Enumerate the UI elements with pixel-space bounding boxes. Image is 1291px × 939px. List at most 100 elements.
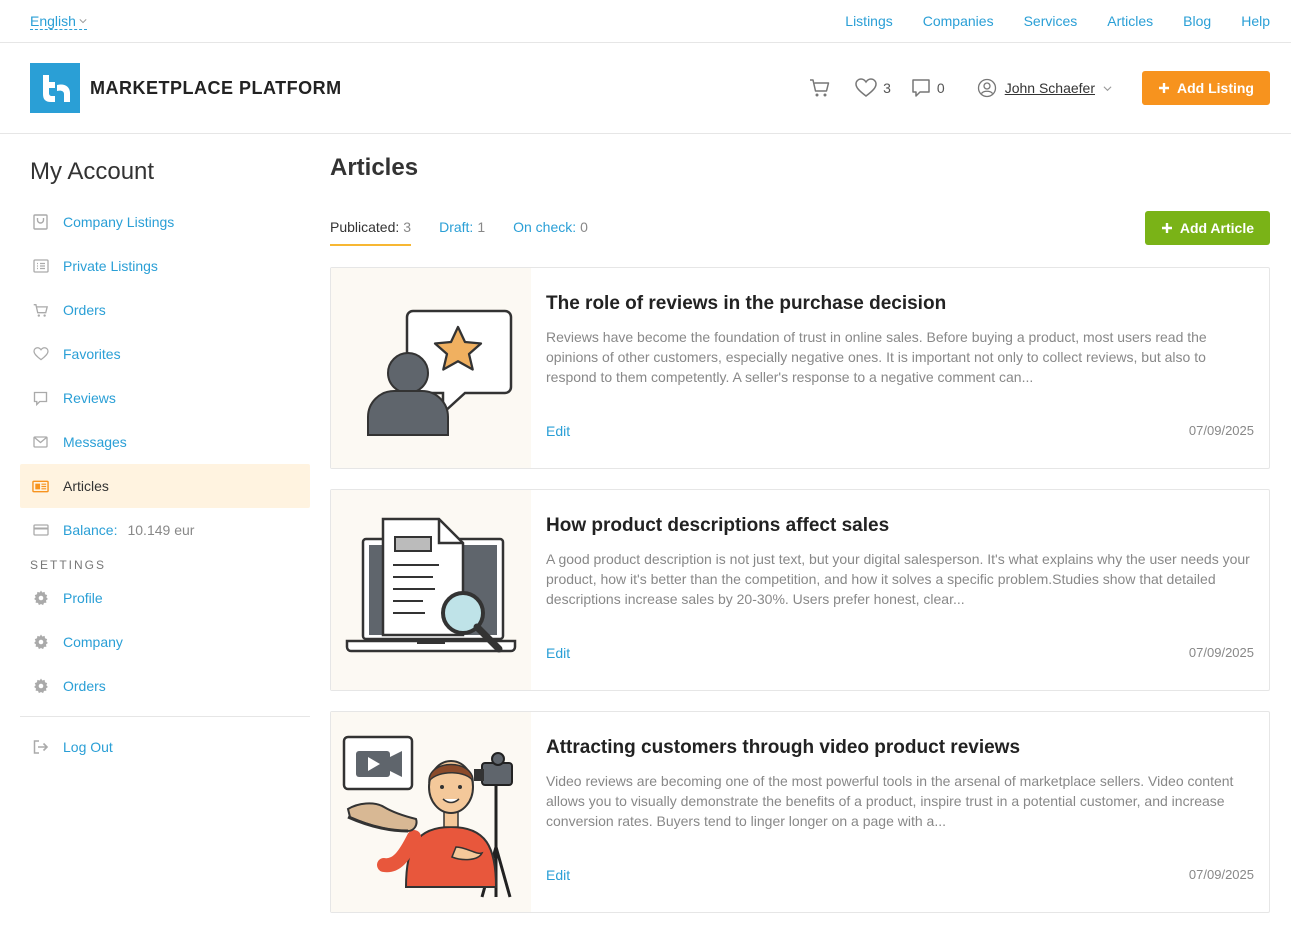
plus-icon bbox=[1161, 223, 1172, 233]
heart-icon bbox=[855, 78, 877, 97]
add-article-button[interactable]: Add Article bbox=[1144, 211, 1270, 245]
language-label: English bbox=[30, 12, 76, 29]
sidebar-item-private-listings[interactable]: Private Listings bbox=[20, 244, 310, 288]
settings-heading: SETTINGS bbox=[30, 558, 107, 572]
article-title[interactable]: Attracting customers through video produ… bbox=[546, 737, 1254, 759]
sidebar-item-label: Company Listings bbox=[63, 214, 175, 230]
sidebar-item-label: Company bbox=[63, 634, 123, 650]
article-footer: Edit 07/09/2025 bbox=[546, 645, 1254, 661]
sidebar-item-label: Orders bbox=[63, 302, 106, 318]
edit-link[interactable]: Edit bbox=[546, 867, 570, 883]
nav-companies[interactable]: Companies bbox=[923, 13, 994, 29]
sidebar-item-favorites[interactable]: Favorites bbox=[20, 332, 310, 376]
sidebar-item-profile[interactable]: Profile bbox=[20, 576, 310, 620]
favorites-count: 3 bbox=[883, 80, 891, 96]
sidebar: My Account Company Listings Private List… bbox=[20, 134, 310, 933]
tabs-row: Publicated: 3 Draft: 1 On check: 0 Add Arti… bbox=[330, 210, 1270, 246]
article-body: Attracting customers through video produ… bbox=[531, 712, 1269, 912]
gear-icon bbox=[33, 590, 48, 606]
video-review-illustration-icon bbox=[342, 735, 513, 898]
top-nav: Listings Companies Services Articles Blo… bbox=[845, 13, 1270, 29]
site-header: MARKETPLACE PLATFORM 3 0 John Schaefer A… bbox=[0, 43, 1291, 134]
brand-name: MARKETPLACE PLATFORM bbox=[90, 77, 342, 98]
article-date: 07/09/2025 bbox=[1188, 645, 1254, 660]
newspaper-icon bbox=[32, 480, 49, 492]
sidebar-item-label: Log Out bbox=[63, 739, 113, 755]
sidebar-title: My Account bbox=[30, 158, 155, 185]
sidebar-item-logout[interactable]: Log Out bbox=[20, 725, 310, 769]
add-listing-button[interactable]: Add Listing bbox=[1142, 71, 1270, 105]
gear-icon bbox=[33, 678, 48, 694]
user-menu[interactable]: John Schaefer bbox=[977, 78, 1112, 98]
article-body: How product descriptions affect sales A … bbox=[531, 490, 1269, 690]
article-title[interactable]: How product descriptions affect sales bbox=[546, 515, 1254, 537]
logout-icon bbox=[33, 740, 48, 754]
articles-content: Articles Publicated: 3 Draft: 1 On check: 0… bbox=[310, 134, 1270, 933]
sidebar-item-articles[interactable]: Articles bbox=[20, 464, 310, 508]
bag-icon bbox=[33, 214, 48, 230]
article-footer: Edit 07/09/2025 bbox=[546, 867, 1254, 883]
sidebar-item-label: Orders bbox=[63, 678, 106, 694]
chevron-down-icon bbox=[79, 18, 87, 23]
sidebar-item-reviews[interactable]: Reviews bbox=[20, 376, 310, 420]
article-thumbnail[interactable] bbox=[331, 268, 531, 468]
tab-count: 1 bbox=[477, 219, 486, 235]
logo-icon bbox=[30, 63, 80, 113]
sidebar-divider bbox=[20, 716, 310, 717]
article-date: 07/09/2025 bbox=[1188, 423, 1254, 438]
tab-on-check[interactable]: On check: 0 bbox=[513, 210, 588, 246]
user-name: John Schaefer bbox=[1004, 80, 1095, 96]
cart-icon bbox=[810, 79, 830, 97]
top-bar: English Listings Companies Services Arti… bbox=[0, 0, 1291, 43]
comment-icon bbox=[912, 79, 930, 97]
envelope-icon bbox=[33, 436, 48, 448]
nav-listings[interactable]: Listings bbox=[845, 13, 892, 29]
sidebar-item-company[interactable]: Company bbox=[20, 620, 310, 664]
article-excerpt: A good product description is not just t… bbox=[546, 551, 1250, 607]
article-thumbnail[interactable] bbox=[331, 490, 531, 690]
review-illustration-icon bbox=[367, 309, 513, 436]
tab-draft[interactable]: Draft: 1 bbox=[439, 210, 485, 246]
article-card: The role of reviews in the purchase deci… bbox=[330, 267, 1270, 469]
edit-link[interactable]: Edit bbox=[546, 645, 570, 661]
article-tabs: Publicated: 3 Draft: 1 On check: 0 bbox=[330, 210, 588, 246]
tab-label: On check: bbox=[513, 219, 577, 235]
article-body: The role of reviews in the purchase deci… bbox=[531, 268, 1269, 468]
edit-link[interactable]: Edit bbox=[546, 423, 570, 439]
sidebar-item-orders[interactable]: Orders bbox=[20, 288, 310, 332]
balance-value: 10.149 eur bbox=[127, 522, 195, 538]
cart-button[interactable] bbox=[809, 78, 831, 98]
cart-icon bbox=[33, 303, 48, 317]
sidebar-item-messages[interactable]: Messages bbox=[20, 420, 310, 464]
tab-count: 3 bbox=[403, 219, 412, 235]
brand[interactable]: MARKETPLACE PLATFORM bbox=[30, 63, 342, 113]
sidebar-item-balance[interactable]: Balance: 10.149 eur bbox=[20, 508, 310, 552]
article-thumbnail[interactable] bbox=[331, 712, 531, 912]
article-footer: Edit 07/09/2025 bbox=[546, 423, 1254, 439]
nav-articles[interactable]: Articles bbox=[1107, 13, 1153, 29]
tab-publicated[interactable]: Publicated: 3 bbox=[330, 210, 412, 246]
nav-help[interactable]: Help bbox=[1241, 13, 1270, 29]
sidebar-item-company-listings[interactable]: Company Listings bbox=[20, 200, 310, 244]
sidebar-item-label: Favorites bbox=[63, 346, 121, 362]
nav-services[interactable]: Services bbox=[1024, 13, 1078, 29]
gear-icon bbox=[33, 634, 48, 650]
article-excerpt: Reviews have become the foundation of tr… bbox=[546, 329, 1207, 385]
article-date: 07/09/2025 bbox=[1188, 867, 1254, 882]
favorites-button[interactable]: 3 bbox=[855, 78, 891, 98]
add-listing-label: Add Listing bbox=[1177, 80, 1254, 96]
sidebar-item-label: Profile bbox=[63, 590, 103, 606]
article-title[interactable]: The role of reviews in the purchase deci… bbox=[546, 293, 1254, 315]
nav-blog[interactable]: Blog bbox=[1183, 13, 1211, 29]
article-excerpt: Video reviews are becoming one of the mo… bbox=[546, 773, 1234, 829]
tab-label: Publicated: bbox=[330, 219, 400, 235]
sidebar-item-label: Reviews bbox=[63, 390, 116, 406]
comment-icon bbox=[33, 391, 48, 406]
language-selector[interactable]: English bbox=[30, 13, 87, 30]
heart-icon bbox=[32, 347, 49, 361]
header-actions: 3 0 John Schaefer Add Listing bbox=[789, 71, 1270, 105]
messages-count: 0 bbox=[936, 80, 945, 96]
messages-button[interactable]: 0 bbox=[911, 78, 945, 98]
sidebar-item-settings-orders[interactable]: Orders bbox=[20, 664, 310, 708]
sidebar-item-label: Messages bbox=[63, 434, 127, 450]
